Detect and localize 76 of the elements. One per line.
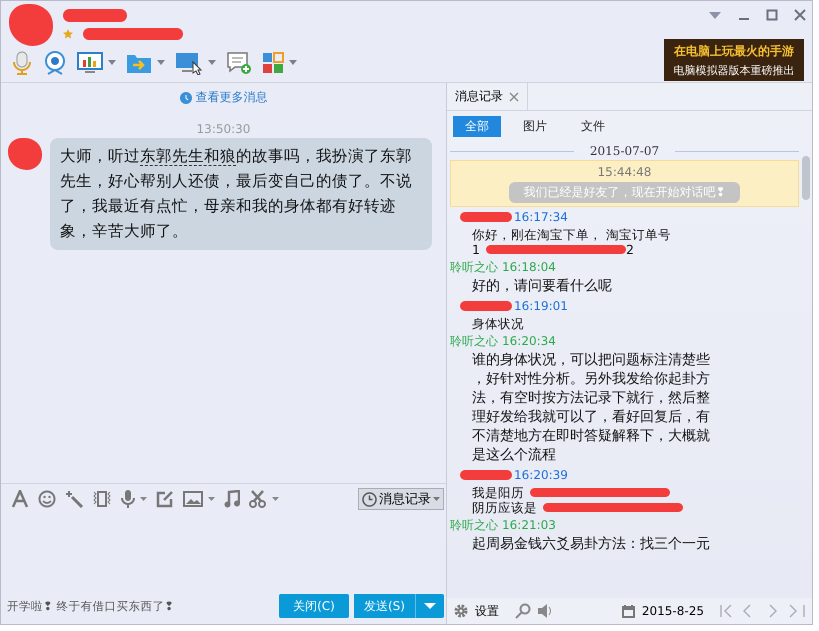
more-messages-link[interactable]: 查看更多消息: [196, 89, 268, 106]
advertisement-banner[interactable]: 在电脑上玩最火的手游 电脑模拟器版本重磅推出: [664, 39, 804, 81]
redaction-mark: [460, 212, 512, 222]
scissors-icon[interactable]: [249, 490, 267, 508]
message-text: 不清楚地方在即时答疑解释下，大概就: [472, 427, 710, 446]
message-text: 1: [472, 242, 480, 257]
message-text: ，好针对性分析。另外我发给你起卦方: [472, 370, 710, 389]
close-icon[interactable]: [794, 9, 806, 21]
message-text: 我是阳历: [472, 485, 524, 500]
message-text: 是这么个流程: [472, 446, 556, 465]
image-icon[interactable]: [183, 491, 203, 507]
caret-icon[interactable]: [208, 496, 215, 502]
message-text: 你好，刚在淘宝下单， 淘宝订单号: [472, 227, 671, 242]
system-message: 我们已经是好友了，现在开始对话吧❢: [509, 182, 740, 203]
sender-name: 聆听之心: [450, 258, 498, 276]
toolbar-button[interactable]: [75, 50, 118, 76]
star-icon: [63, 29, 73, 39]
message-time: 16:20:39: [514, 468, 568, 482]
redacted-avatar: [9, 4, 53, 46]
monitor-chart-icon[interactable]: [77, 52, 103, 74]
redaction-mark: [460, 301, 512, 311]
ad-headline: 在电脑上玩最火的手游: [674, 42, 794, 60]
settings-link[interactable]: 设置: [475, 602, 499, 620]
redacted-avatar: [8, 138, 42, 170]
signature-text: 开学啦❢ 终于有借口买东西了❢: [7, 598, 175, 614]
message-history-button[interactable]: 消息记录: [358, 488, 444, 510]
keyword-link[interactable]: 东郭先生和狼: [140, 147, 236, 166]
caret-icon[interactable]: [208, 60, 216, 66]
folder-arrow-icon[interactable]: [126, 52, 152, 74]
caret-icon[interactable]: [272, 496, 279, 502]
message-text: 阴历应该是: [472, 500, 537, 515]
history-tab[interactable]: 消息记录: [447, 83, 528, 110]
redaction-mark: [63, 9, 127, 22]
message-time: 16:21:03: [502, 518, 556, 532]
close-icon[interactable]: [509, 92, 519, 102]
message-text: 2: [626, 242, 634, 257]
filter-tab[interactable]: 文件: [569, 116, 617, 137]
page-navigation-icon[interactable]: [720, 604, 806, 618]
filter-tab[interactable]: 全部: [453, 116, 501, 137]
message-time: 16:20:34: [502, 334, 556, 348]
redaction-mark: [460, 470, 512, 480]
message-text: 起周易金钱六爻易卦方法：找三个一元: [472, 535, 710, 554]
speaker-icon[interactable]: [537, 603, 553, 619]
calendar-icon[interactable]: [620, 604, 636, 618]
caret-icon[interactable]: [157, 60, 165, 66]
sender-name: 聆听之心: [450, 516, 498, 534]
message-time: 16:19:01: [514, 299, 568, 313]
screen-share-icon[interactable]: [175, 51, 203, 75]
date-separator: 2015-07-07: [590, 144, 660, 158]
dropdown-icon[interactable]: [708, 10, 722, 20]
message-text: 谁的身体状况，可以把问题标注清楚些: [472, 351, 710, 370]
message-time: 16:17:34: [514, 210, 568, 224]
message-text: 好的，请问要看什么呢: [472, 277, 612, 296]
caret-icon: [433, 496, 440, 502]
message-text: 理好发给我就可以了，看好回复后，有: [472, 408, 710, 427]
filter-tab[interactable]: 图片: [511, 116, 559, 137]
message-text: 大师，听过东郭先生和狼的故事吗，我扮演了东郭先生，好心帮别人还债，最后变自己的债了。不说了，我最近有点忙，母亲和我的身体都有好转迹象，辛苦大师了。: [50, 138, 432, 250]
message-time: 15:44:48: [598, 165, 652, 179]
apps-grid-icon[interactable]: [262, 52, 284, 74]
settings-icon[interactable]: [453, 603, 469, 619]
microphone-icon[interactable]: [121, 490, 135, 508]
date-picker-value[interactable]: 2015-8-25: [642, 604, 704, 618]
search-icon[interactable]: [515, 603, 531, 619]
sender-name: 聆听之心: [450, 332, 498, 350]
clock-icon: [180, 92, 192, 104]
maximize-icon[interactable]: [766, 9, 778, 21]
message-text: 法，有空时按方法记录下就行，然后整: [472, 389, 710, 408]
caret-icon[interactable]: [289, 60, 297, 66]
clock-icon: [362, 492, 377, 506]
tab-label: 消息记录: [455, 88, 503, 105]
message-time: 16:18:04: [502, 260, 556, 274]
message-text: 身体状况: [472, 316, 524, 331]
caret-icon[interactable]: [140, 496, 147, 502]
caret-icon[interactable]: [108, 60, 116, 66]
message-time: 13:50:30: [196, 122, 250, 136]
ad-subline: 电脑模拟器版本重磅推出: [674, 62, 794, 78]
